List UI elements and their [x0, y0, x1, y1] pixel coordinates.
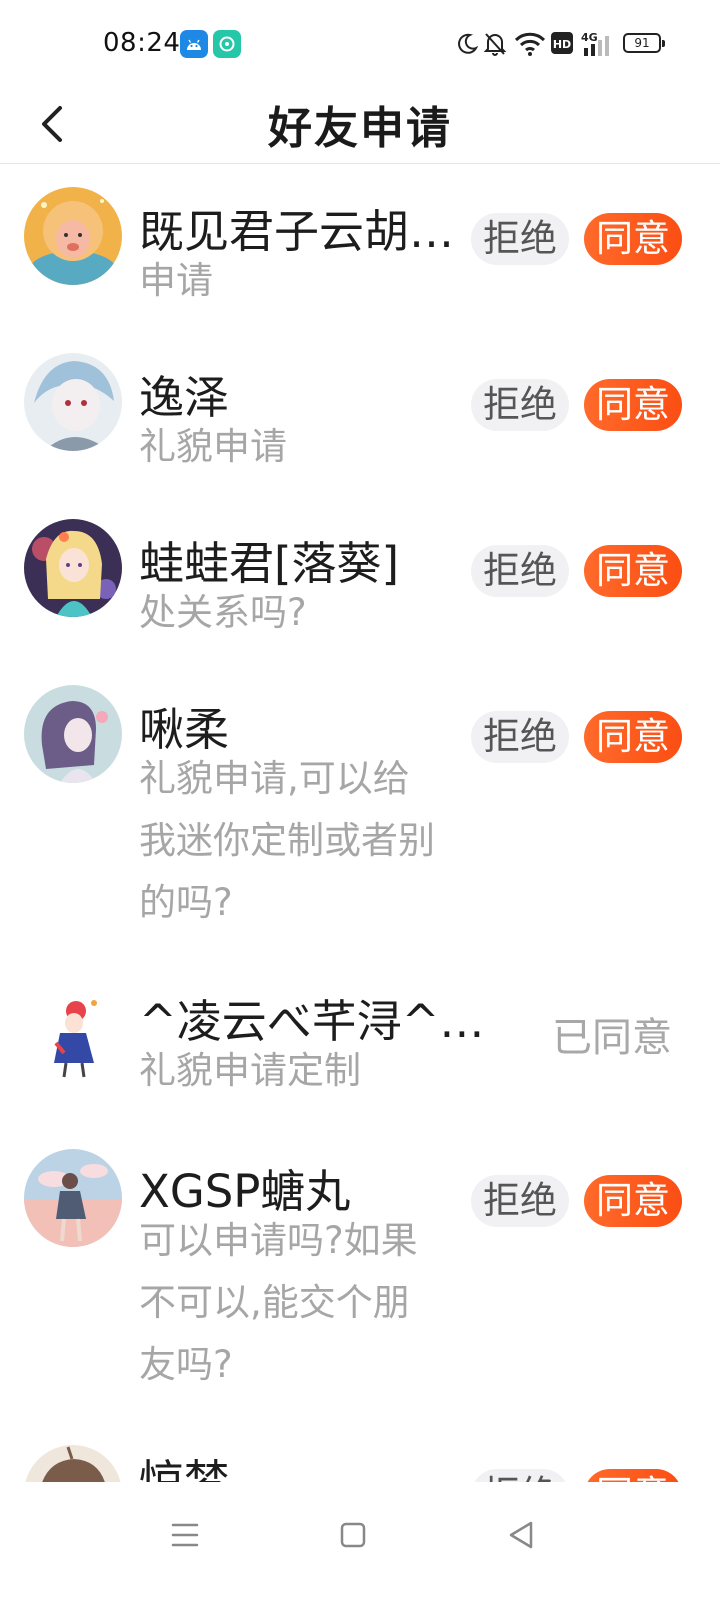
avatar[interactable] — [24, 685, 122, 783]
wifi-icon — [514, 32, 546, 56]
request-item[interactable]: 蛙蛙君[落葵] 处关系吗? 拒绝 同意 — [0, 497, 720, 663]
accept-button[interactable]: 同意 — [584, 379, 682, 431]
request-message: 处关系吗? — [139, 591, 307, 634]
reject-button[interactable]: 拒绝 — [471, 1469, 569, 1482]
accept-button[interactable]: 同意 — [584, 1175, 682, 1227]
request-message: 礼貌申请,可以给我迷你定制或者别的吗? — [139, 757, 435, 924]
svg-text:HD: HD — [553, 38, 571, 51]
request-item[interactable]: 既见君子云胡… 申请 拒绝 同意 — [0, 165, 720, 331]
request-item[interactable]: XGSP螗丸 可以申请吗?如果不可以,能交个朋友吗? 拒绝 同意 — [0, 1125, 720, 1415]
android-app-icon — [180, 30, 208, 58]
friend-request-list[interactable]: 既见君子云胡… 申请 拒绝 同意 逸泽 礼貌申请 拒绝 同意 蛙蛙君[落葵] 处… — [0, 165, 720, 1482]
back-triangle-icon — [509, 1521, 533, 1549]
reject-button[interactable]: 拒绝 — [471, 1175, 569, 1227]
top-app-bar: 好友申请 — [0, 88, 720, 164]
menu-icon — [171, 1523, 199, 1547]
request-message: 礼貌申请 — [139, 425, 287, 468]
request-message: 礼貌申请定制 — [139, 1049, 361, 1092]
hd-voice-icon: HD — [551, 32, 573, 54]
accepted-status-label: 已同意 — [552, 1015, 672, 1061]
do-not-disturb-moon-icon — [458, 33, 478, 54]
page-title: 好友申请 — [268, 103, 452, 154]
request-message: 可以申请吗?如果不可以,能交个朋友吗? — [139, 1219, 418, 1386]
status-bar: 08:24 HD 4G 91 — [0, 0, 720, 88]
cellular-signal-icon: 4G — [581, 31, 609, 56]
reject-button[interactable]: 拒绝 — [471, 711, 569, 763]
avatar[interactable] — [24, 353, 122, 451]
avatar[interactable] — [24, 1149, 122, 1247]
home-square-icon — [340, 1522, 366, 1548]
system-back-button[interactable] — [496, 1510, 546, 1560]
accept-button[interactable]: 同意 — [584, 711, 682, 763]
recent-apps-button[interactable] — [160, 1510, 210, 1560]
avatar[interactable] — [24, 187, 122, 285]
avatar[interactable] — [24, 1445, 122, 1482]
avatar[interactable] — [24, 519, 122, 617]
system-navigation-bar — [0, 1482, 720, 1600]
chat-app-icon — [213, 30, 241, 58]
accept-button[interactable]: 同意 — [584, 1469, 682, 1482]
reject-button[interactable]: 拒绝 — [471, 545, 569, 597]
reject-button[interactable]: 拒绝 — [471, 379, 569, 431]
request-message: 申请 — [139, 259, 213, 302]
requester-name: 惊梦 — [139, 1455, 230, 1482]
accept-button[interactable]: 同意 — [584, 213, 682, 265]
accept-button[interactable]: 同意 — [584, 545, 682, 597]
status-time: 08:24 — [103, 28, 181, 58]
svg-text:4G: 4G — [581, 31, 598, 44]
request-item[interactable]: ^凌云べ芊浔^(… 礼貌申请定制 已同意 — [0, 955, 720, 1125]
request-item[interactable]: 逸泽 礼貌申请 拒绝 同意 — [0, 331, 720, 497]
request-item[interactable]: 惊梦 拒绝 同意 — [0, 1415, 720, 1482]
request-item[interactable]: 啾柔 礼貌申请,可以给我迷你定制或者别的吗? 拒绝 同意 — [0, 663, 720, 955]
battery-indicator: 91 — [623, 33, 665, 53]
home-button[interactable] — [328, 1510, 378, 1560]
avatar[interactable] — [24, 983, 122, 1081]
reject-button[interactable]: 拒绝 — [471, 213, 569, 265]
muted-bell-icon — [483, 33, 507, 56]
